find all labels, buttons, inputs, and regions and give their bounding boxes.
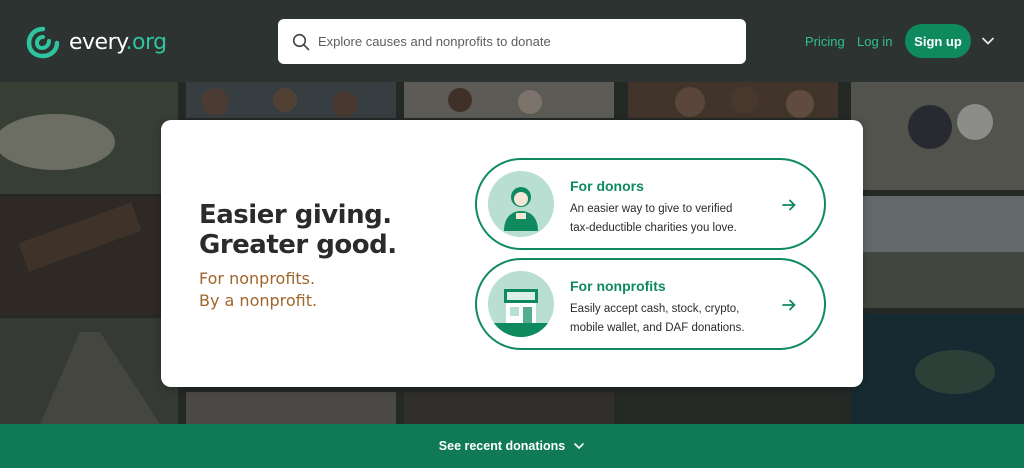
- for-donors-title: For donors: [570, 178, 644, 194]
- pricing-link[interactable]: Pricing: [805, 34, 845, 49]
- see-recent-donations-label: See recent donations: [438, 439, 566, 453]
- arrow-right-icon: [782, 299, 796, 311]
- logo-mark-icon: [26, 26, 60, 59]
- top-nav-bar: every.org Pricing Log in Sign up: [0, 0, 1024, 82]
- search-icon: [292, 33, 310, 50]
- search-bar[interactable]: [278, 19, 746, 64]
- for-nonprofits-description: Easily accept cash, stock, crypto, mobil…: [570, 303, 745, 334]
- for-nonprofits-card[interactable]: For nonprofits Easily accept cash, stock…: [475, 258, 826, 350]
- hero-subline: For nonprofits. By a nonprofit.: [199, 269, 318, 310]
- see-recent-donations-bar[interactable]: See recent donations: [0, 424, 1024, 468]
- chevron-down-icon[interactable]: [981, 34, 995, 48]
- for-donors-card[interactable]: For donors An easier way to give to veri…: [475, 158, 826, 250]
- storefront-icon: [488, 271, 554, 337]
- for-nonprofits-title: For nonprofits: [570, 278, 666, 294]
- arrow-right-icon: [782, 199, 796, 211]
- chevron-down-icon: [574, 443, 585, 449]
- for-donors-description: An easier way to give to verified tax-de…: [570, 203, 737, 234]
- login-link[interactable]: Log in: [857, 34, 892, 49]
- hero-card: Easier giving. Greater good. For nonprof…: [161, 120, 863, 387]
- hero-headline: Easier giving. Greater good.: [199, 200, 397, 260]
- logo-text: every.org: [69, 29, 167, 55]
- search-input[interactable]: [318, 34, 718, 49]
- donor-person-icon: [488, 171, 554, 237]
- every-org-logo[interactable]: every.org: [25, 25, 167, 59]
- signup-button[interactable]: Sign up: [905, 24, 971, 58]
